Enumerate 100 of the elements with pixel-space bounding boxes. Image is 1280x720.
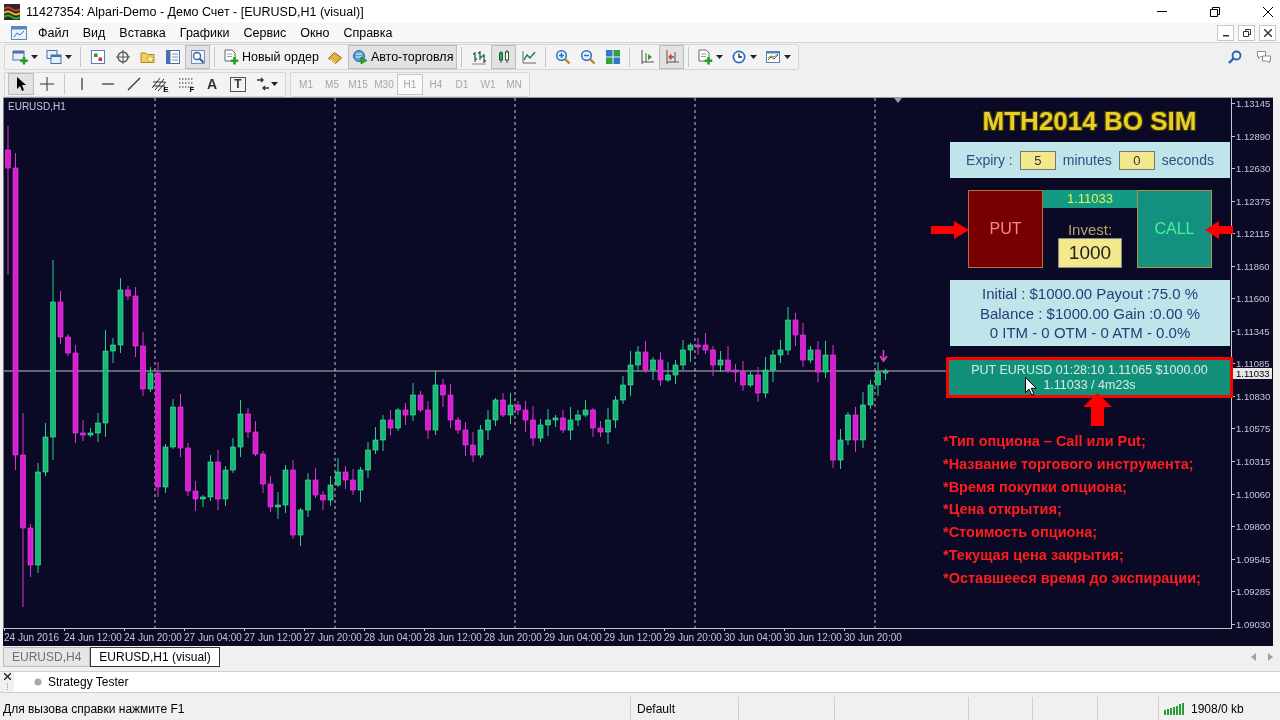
- expiry-label: Expiry :: [966, 152, 1013, 168]
- price-label: 1.12115: [1236, 228, 1270, 240]
- candlestick-chart-button[interactable]: [491, 45, 517, 69]
- time-label: 27 Jun 20:00: [304, 629, 364, 646]
- put-button[interactable]: PUT: [968, 190, 1043, 268]
- time-label: 29 Jun 12:00: [604, 629, 664, 646]
- chart-symbol-label: EURUSD,H1: [8, 101, 66, 112]
- grip-icon[interactable]: [5, 682, 9, 691]
- line-chart-icon: [520, 49, 537, 65]
- price-label: 1.11085: [1236, 358, 1270, 370]
- new-order-button[interactable]: Новый ордер: [219, 45, 323, 69]
- seconds-field[interactable]: 0: [1118, 150, 1155, 170]
- invest-label: Invest:: [1067, 221, 1113, 238]
- close-icon: [1263, 6, 1273, 17]
- current-price-label: 1.11033: [1233, 368, 1272, 379]
- order-timer: 1.11033 / 4m23s: [1043, 377, 1136, 393]
- traffic-text: 1908/0 kb: [1191, 701, 1244, 716]
- stats-line: Balance : $1000.00 Gain :0.00 %: [979, 303, 1201, 323]
- globe-play-icon: [351, 49, 368, 65]
- shift-axis-icon: [663, 49, 680, 65]
- note-line: *Стоимость опциона;: [943, 523, 1098, 543]
- ohlc-bars-icon: [470, 49, 487, 65]
- time-label: 24 Jun 2016: [4, 629, 64, 646]
- chart-tab[interactable]: EURUSD,H1 (visual): [90, 647, 220, 667]
- magnifier-chart-icon: [189, 49, 206, 65]
- right-arrow-icon: [931, 221, 969, 239]
- window-title: 11427354: Alpari-Demo - Демо Счет - [EURUSD,H1 (visual)]: [26, 4, 365, 19]
- time-label: 24 Jun 20:00: [124, 629, 184, 646]
- channel-tool-button[interactable]: E: [147, 73, 173, 95]
- restore-icon: [1210, 6, 1220, 17]
- crosshair-icon: [39, 76, 55, 92]
- minutes-field[interactable]: 5: [1019, 150, 1056, 170]
- time-label: 30 Jun 12:00: [784, 629, 844, 646]
- chart-document-icon: [10, 24, 28, 41]
- list-window-icon: [164, 49, 181, 65]
- zoom-in-icon: [554, 49, 571, 65]
- star-folder-icon: [139, 49, 156, 65]
- close-icon[interactable]: [3, 673, 11, 681]
- time-label: 30 Jun 04:00: [724, 629, 784, 646]
- child-close-button[interactable]: [1259, 24, 1276, 41]
- minimize-icon: [1157, 11, 1167, 12]
- document-plus-icon: [223, 49, 239, 65]
- menu-item[interactable]: Вставка: [112, 23, 173, 42]
- menu-item[interactable]: Окно: [293, 23, 337, 42]
- chart-tab[interactable]: EURUSD,H4: [3, 647, 91, 667]
- invest-field[interactable]: 1000: [1058, 238, 1122, 268]
- status-text: Для вызова справки нажмите F1: [3, 701, 185, 716]
- menu-item[interactable]: Справка: [336, 23, 400, 42]
- menu-item[interactable]: Файл: [31, 23, 76, 42]
- arrows-icon: [255, 76, 271, 92]
- down-arrow-icon: [879, 349, 888, 363]
- auto-trading-button[interactable]: Авто-торговля: [347, 45, 458, 69]
- close-icon: [1263, 28, 1272, 37]
- quotes-window-icon: [89, 49, 106, 65]
- menu-item[interactable]: Вид: [75, 23, 113, 42]
- connection-bars-icon: [1164, 702, 1186, 715]
- cursor-tool-button[interactable]: [8, 73, 34, 95]
- mouse-pointer-icon: [1025, 377, 1037, 396]
- chart-shift-button[interactable]: [659, 45, 685, 69]
- menu-item[interactable]: Сервис: [236, 23, 294, 42]
- scroll-right-icon[interactable]: [1268, 653, 1273, 661]
- child-restore-button[interactable]: [1238, 24, 1255, 41]
- clock-icon: [731, 49, 748, 65]
- restore-icon: [1242, 28, 1251, 37]
- scroll-left-icon[interactable]: [1251, 653, 1256, 661]
- tile-windows-icon: [604, 49, 621, 65]
- scroll-axis-icon: [638, 49, 655, 65]
- time-label: 28 Jun 12:00: [424, 629, 484, 646]
- tester-title: Strategy Tester: [48, 675, 129, 689]
- note-line: *Название торгового инструмента;: [943, 454, 1194, 474]
- seconds-label: seconds: [1161, 152, 1214, 168]
- time-label: 29 Jun 04:00: [544, 629, 604, 646]
- price-label: 1.10830: [1236, 390, 1271, 402]
- minimize-icon: [1222, 35, 1229, 37]
- note-line: *Оставшееся время до экспирации;: [943, 568, 1201, 588]
- chart-shift-marker-icon: [894, 98, 902, 103]
- note-line: *Текущая цена закрытия;: [943, 546, 1124, 565]
- vertical-line-icon: [81, 78, 83, 90]
- note-line: *Тип опциона – Call или Put;: [943, 432, 1146, 451]
- label-tool-button[interactable]: T: [225, 73, 251, 95]
- app-logo-icon: [4, 3, 20, 20]
- menu-item[interactable]: Графики: [172, 23, 237, 42]
- trend-line-icon: [126, 76, 142, 92]
- current-price: 1.11033: [1043, 190, 1137, 208]
- horizontal-line-icon: [102, 83, 114, 85]
- time-label: 30 Jun 20:00: [844, 629, 904, 646]
- time-label: 29 Jun 20:00: [664, 629, 724, 646]
- text-tool-button[interactable]: A: [199, 73, 225, 95]
- window-stack-icon: [46, 49, 62, 65]
- profile-name: Default: [637, 701, 676, 716]
- tester-button[interactable]: [185, 45, 210, 69]
- panel-title: MTH2014 BO SIM: [982, 105, 1197, 138]
- stats-line: Initial : $1000.00 Payout :75.0 %: [982, 284, 1198, 304]
- levels-tool-button[interactable]: F: [173, 73, 199, 95]
- time-label: 27 Jun 12:00: [244, 629, 304, 646]
- order-details: PUT EURUSD 01:28:10 1.11065 $1000.00: [971, 362, 1208, 378]
- chat-bubbles-icon: [1255, 49, 1272, 65]
- minutes-label: minutes: [1062, 152, 1112, 168]
- hatched-lines-icon: [151, 76, 168, 92]
- left-arrow-icon: [1205, 221, 1233, 239]
